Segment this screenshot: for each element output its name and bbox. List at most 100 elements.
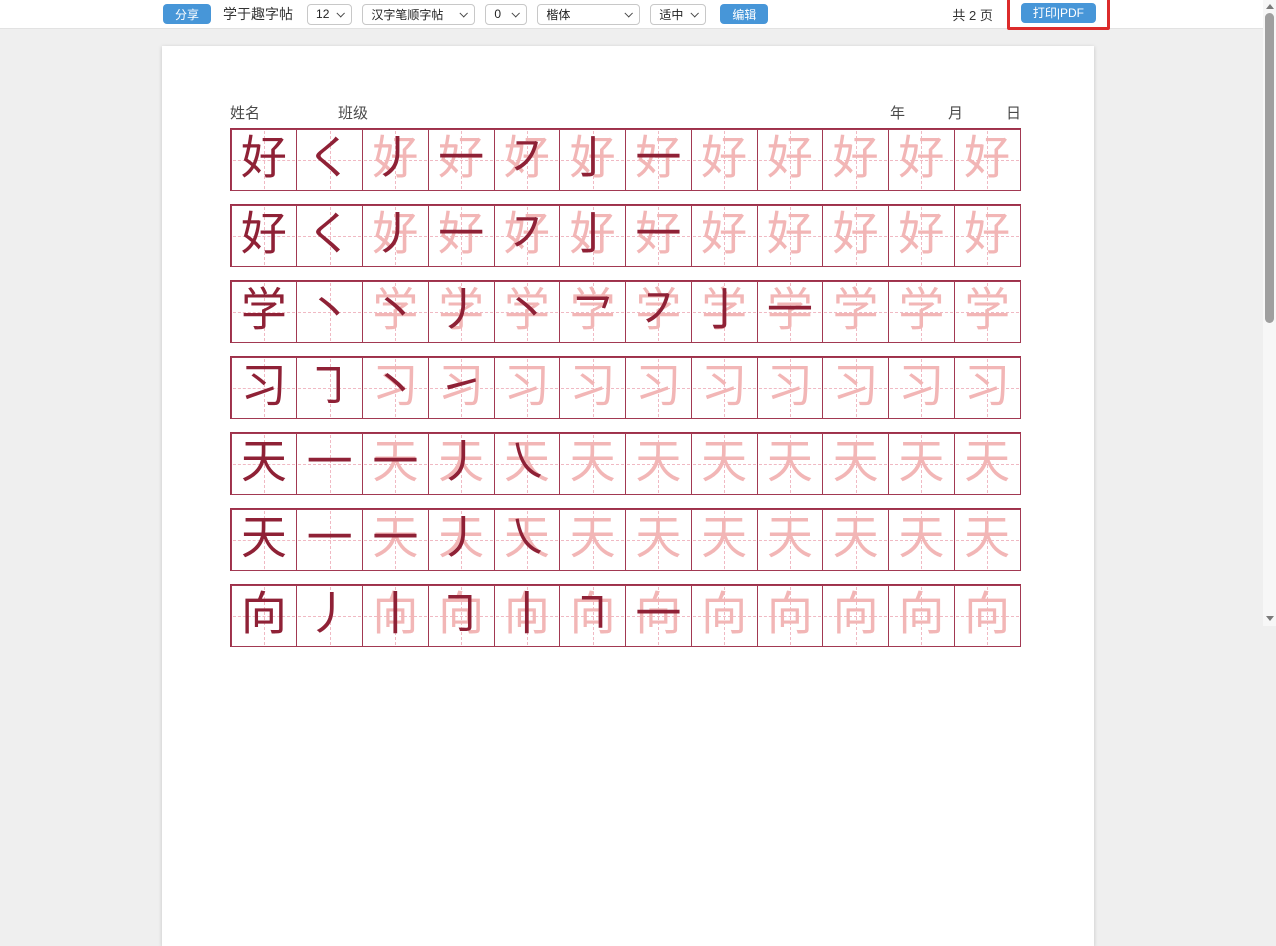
practice-cell: 天一 <box>362 509 429 571</box>
practice-cell: 学丶 <box>362 281 429 343</box>
stroke-glyph: 丨 <box>372 591 418 637</box>
stroke-glyph: ㇏ <box>504 515 550 561</box>
practice-cell: 学 <box>231 281 298 343</box>
character-glyph: 向 <box>701 591 747 637</box>
character-glyph: 天 <box>241 439 287 485</box>
character-glyph: 天 <box>767 439 813 485</box>
scroll-up-arrow-icon[interactable] <box>1263 0 1276 12</box>
grid-row: 学丶学丶学丿学丶学㇖学㇇学亅学一学学学 <box>230 280 1021 343</box>
chevron-down-icon <box>625 9 633 17</box>
practice-cell: 习 <box>231 357 298 419</box>
character-glyph: 天 <box>635 439 681 485</box>
practice-cell: 好 <box>888 205 955 267</box>
practice-cell: 向丨 <box>362 585 429 647</box>
character-glyph: 学 <box>898 287 944 333</box>
character-glyph: 习 <box>241 363 287 409</box>
scroll-down-arrow-icon[interactable] <box>1263 612 1276 624</box>
character-glyph: 天 <box>570 515 616 561</box>
practice-cell: 天 <box>954 433 1021 495</box>
character-glyph: 向 <box>964 591 1010 637</box>
stroke-glyph: 丶 <box>504 287 550 333</box>
character-glyph: 学 <box>964 287 1010 333</box>
practice-cell: 好一 <box>428 129 495 191</box>
print-pdf-button[interactable]: 打印|PDF <box>1021 3 1096 23</box>
font-size-select[interactable]: 12 <box>307 4 352 25</box>
practice-cell: 好一 <box>428 205 495 267</box>
practice-cell: 学 <box>888 281 955 343</box>
practice-cell: 好一 <box>625 205 692 267</box>
practice-cell: 好丿 <box>362 129 429 191</box>
character-glyph: 好 <box>701 135 747 181</box>
practice-cell: 好㇇ <box>494 205 561 267</box>
template-value: 汉字笔顺字帖 <box>371 6 443 23</box>
font-family-select[interactable]: 楷体 <box>537 4 640 25</box>
share-button[interactable]: 分享 <box>163 4 211 24</box>
vertical-scrollbar[interactable] <box>1263 0 1276 626</box>
practice-cell: 天 <box>231 509 298 571</box>
practice-cell: 好 <box>691 205 758 267</box>
character-glyph: 天 <box>833 439 879 485</box>
month-label: 月 <box>948 102 963 123</box>
practice-cell: 好 <box>822 205 889 267</box>
practice-cell: 好丿 <box>362 205 429 267</box>
character-glyph: 天 <box>635 515 681 561</box>
character-glyph: 好 <box>898 135 944 181</box>
stroke-glyph: 亅 <box>570 135 616 181</box>
stroke-glyph: 一 <box>307 515 353 561</box>
character-glyph: 天 <box>570 439 616 485</box>
character-glyph: 好 <box>241 135 287 181</box>
stroke-glyph: ㇇ <box>504 135 550 181</box>
character-glyph: 好 <box>767 135 813 181</box>
character-glyph: 好 <box>964 211 1010 257</box>
stroke-glyph: ㇆ <box>307 363 353 409</box>
practice-cell: 好 <box>822 129 889 191</box>
practice-cell: 习 <box>822 357 889 419</box>
character-glyph: 天 <box>701 439 747 485</box>
grid-row: 天一天一天丿天㇏天天天天天天天 <box>230 508 1021 571</box>
practice-cell: 好一 <box>625 129 692 191</box>
stroke-glyph: 丨 <box>504 591 550 637</box>
spacing-select[interactable]: 适中 <box>650 4 706 25</box>
character-glyph: 习 <box>504 363 550 409</box>
stroke-glyph: く <box>307 211 353 257</box>
practice-cell: 好亅 <box>559 205 626 267</box>
practice-cell: 天 <box>757 433 824 495</box>
practice-cell: 天 <box>954 509 1021 571</box>
character-glyph: 天 <box>964 515 1010 561</box>
grid-row: 好く好丿好一好㇇好亅好一好好好好好 <box>230 204 1021 267</box>
character-glyph: 好 <box>898 211 944 257</box>
offset-select[interactable]: 0 <box>485 4 527 25</box>
offset-value: 0 <box>494 7 501 21</box>
character-glyph: 向 <box>241 591 287 637</box>
practice-cell: 天 <box>625 509 692 571</box>
practice-cell: 好 <box>954 205 1021 267</box>
stroke-glyph: 丿 <box>438 439 484 485</box>
character-glyph: 好 <box>833 135 879 181</box>
stroke-glyph: 一 <box>438 135 484 181</box>
sheet-header: 姓名 班级 年 月 日 <box>230 103 1021 123</box>
practice-cell: 向㇕ <box>559 585 626 647</box>
practice-cell: 习㇀ <box>428 357 495 419</box>
stroke-glyph: ㇆ <box>438 591 484 637</box>
practice-cell: 好 <box>757 205 824 267</box>
template-select[interactable]: 汉字笔顺字帖 <box>362 4 475 25</box>
font-family-value: 楷体 <box>546 6 570 23</box>
practice-cell: 丶 <box>296 281 363 343</box>
practice-cell: 学㇇ <box>625 281 692 343</box>
scrollbar-thumb[interactable] <box>1265 13 1274 323</box>
character-glyph: 天 <box>833 515 879 561</box>
practice-cell: 向 <box>954 585 1021 647</box>
stroke-glyph: 丿 <box>438 515 484 561</box>
stroke-glyph: ㇇ <box>504 211 550 257</box>
character-glyph: 习 <box>964 363 1010 409</box>
edit-button[interactable]: 编辑 <box>720 4 768 24</box>
practice-cell: 向㇆ <box>428 585 495 647</box>
stroke-glyph: 丿 <box>307 591 353 637</box>
spacing-value: 适中 <box>659 6 683 23</box>
practice-cell: 向丨 <box>494 585 561 647</box>
stroke-glyph: 一 <box>372 515 418 561</box>
practice-cell: 好㇇ <box>494 129 561 191</box>
practice-cell: 向 <box>822 585 889 647</box>
practice-cell: 学㇖ <box>559 281 626 343</box>
practice-cell: 习 <box>494 357 561 419</box>
